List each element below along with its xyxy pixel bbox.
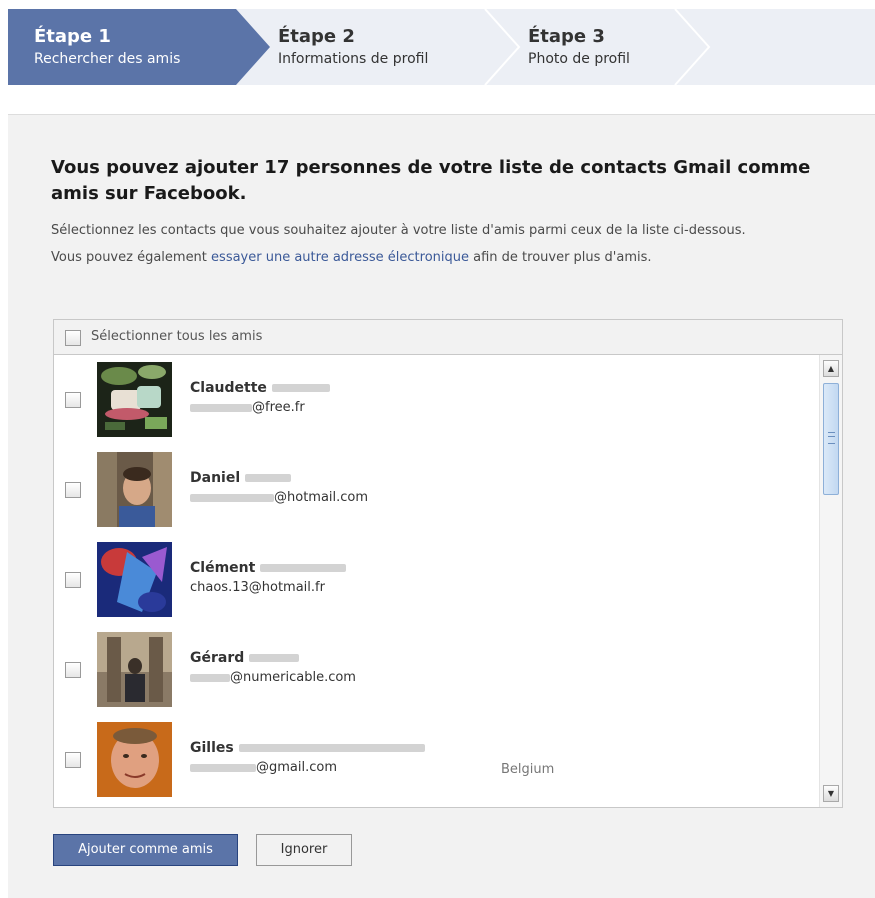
contact-name-text: Claudette (190, 380, 267, 396)
contact-row: Gilles @gmail.com Belgium (54, 715, 817, 805)
scroll-up-arrow-icon[interactable]: ▲ (823, 360, 839, 377)
step-2-title: Étape 2 (278, 26, 355, 47)
redacted-text (271, 384, 330, 392)
contact-checkbox[interactable] (65, 662, 81, 678)
contacts-scroll-area[interactable]: Claudette @free.fr Daniel @hotmail.com C… (54, 355, 817, 807)
contacts-list: Sélectionner tous les amis Claudette @fr… (53, 319, 843, 808)
step-separator-chevron-icon (674, 9, 711, 85)
select-all-label: Sélectionner tous les amis (91, 329, 263, 344)
contact-photo (97, 722, 172, 797)
contact-name-text: Gilles (190, 740, 234, 756)
step-1-subtitle: Rechercher des amis (34, 51, 181, 67)
contact-name-text: Gérard (190, 650, 245, 666)
contact-name: Clément (190, 560, 347, 576)
step-3-subtitle: Photo de profil (528, 51, 630, 67)
step-separator-chevron-icon (484, 9, 521, 85)
contact-name: Gérard (190, 650, 300, 666)
contact-photo (97, 542, 172, 617)
page-heading: Vous pouvez ajouter 17 personnes de votr… (51, 157, 811, 204)
vertical-scrollbar[interactable]: ▲ ▼ (819, 355, 842, 807)
contact-location: Belgium (501, 762, 555, 777)
step-1-arrow-shape (8, 9, 270, 85)
contact-email: @hotmail.com (190, 490, 368, 505)
contact-email: @numericable.com (190, 670, 356, 685)
contact-row: Clément chaos.13@hotmail.fr (54, 535, 817, 625)
redacted-text (238, 744, 425, 752)
contact-checkbox[interactable] (65, 752, 81, 768)
description-text-end: afin de trouver plus d'amis. (473, 250, 652, 265)
redacted-text (249, 654, 300, 662)
page-description: Sélectionnez les contacts que vous souha… (51, 217, 751, 271)
step-1-title: Étape 1 (34, 26, 111, 47)
contact-name: Daniel (190, 470, 292, 486)
progress-steps: Étape 1 Rechercher des amis Étape 2 Info… (8, 9, 875, 85)
scroll-down-arrow-icon[interactable]: ▼ (823, 785, 839, 802)
add-as-friends-button[interactable]: Ajouter comme amis (53, 834, 238, 866)
contact-name: Gilles (190, 740, 425, 756)
contact-photo (97, 362, 172, 437)
redacted-text (190, 673, 230, 682)
contact-checkbox[interactable] (65, 572, 81, 588)
step-2-subtitle: Informations de profil (278, 51, 429, 67)
scroll-grip-icon (828, 432, 835, 444)
select-all-checkbox[interactable] (65, 330, 81, 346)
contact-name-text: Clément (190, 560, 256, 576)
redacted-text (190, 763, 256, 772)
redacted-text (190, 403, 252, 412)
contact-name-text: Daniel (190, 470, 241, 486)
redacted-text (260, 564, 347, 572)
contact-row: Gérard @numericable.com (54, 625, 817, 715)
contact-photo (97, 632, 172, 707)
scrollbar-thumb[interactable] (823, 383, 839, 495)
contact-email: chaos.13@hotmail.fr (190, 580, 325, 595)
contact-email: @free.fr (190, 400, 305, 415)
contact-photo (97, 452, 172, 527)
contact-email: @gmail.com (190, 760, 337, 775)
contact-email-text: @gmail.com (256, 760, 338, 775)
contact-name: Claudette (190, 380, 330, 396)
contact-email-text: @numericable.com (230, 670, 356, 685)
redacted-text (190, 493, 274, 502)
step-3-title: Étape 3 (528, 26, 605, 47)
contact-email-text: @hotmail.com (274, 490, 369, 505)
contact-checkbox[interactable] (65, 482, 81, 498)
try-another-email-link[interactable]: essayer une autre adresse électronique (211, 250, 469, 265)
redacted-text (245, 474, 292, 482)
contact-email-text: @free.fr (252, 400, 305, 415)
ignore-button[interactable]: Ignorer (256, 834, 352, 866)
contact-row: Claudette @free.fr (54, 355, 817, 445)
select-all-row[interactable]: Sélectionner tous les amis (54, 320, 842, 355)
find-friends-panel: Vous pouvez ajouter 17 personnes de votr… (8, 114, 875, 898)
contact-row: Daniel @hotmail.com (54, 445, 817, 535)
contact-checkbox[interactable] (65, 392, 81, 408)
step-1-active: Étape 1 Rechercher des amis (8, 9, 278, 85)
